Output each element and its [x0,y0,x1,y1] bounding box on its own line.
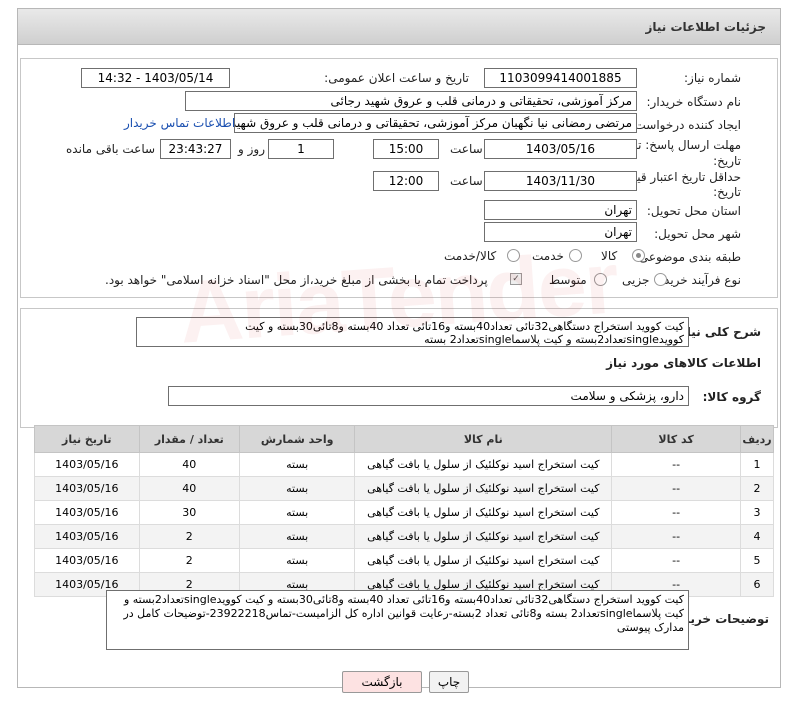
process-radio-medium[interactable] [594,273,607,286]
cell-code: -- [611,548,742,573]
validity-date-label: تاریخ: [713,185,741,199]
category-option-both: کالا/خدمت [444,249,497,263]
announce-date-field: 1403/05/14 - 14:32 [81,68,230,88]
validity-time-field: 12:00 [373,171,439,191]
cell-row: 1 [740,452,774,477]
description-text: کیت کووید استخراج دستگاهی32تائی تعداد40ب… [136,317,689,347]
cell-row: 4 [740,524,774,549]
cell-date: 1403/05/16 [34,548,140,573]
column-header-code: کد کالا [611,425,742,453]
buyer-contact-link[interactable]: اطلاعات تماس خریدار [124,116,235,130]
cell-quantity: 40 [138,476,241,501]
goods-section-title: اطلاعات کالاهای مورد نیاز [606,356,761,370]
deadline-date-field: 1403/05/16 [484,139,637,159]
table-row: 5 -- کیت استخراج اسید نوکلئیک از سلول یا ب… [34,548,774,573]
table-row: 4 -- کیت استخراج اسید نوکلئیک از سلول یا ب… [34,524,774,549]
validity-date-field: 1403/11/30 [484,171,637,191]
need-number-label: شماره نیاز: [684,71,741,85]
cell-date: 1403/05/16 [34,500,140,525]
table-row: 1 -- کیت استخراج اسید نوکلئیک از سلول یا ب… [34,452,774,477]
treasury-payment-note: پرداخت تمام یا بخشی از مبلغ خرید،از محل … [105,273,488,287]
print-button[interactable]: چاپ [429,671,469,693]
category-option-goods: کالا [601,249,618,263]
column-header-date: تاریخ نیاز [34,425,140,453]
cell-unit: بسته [239,452,356,477]
need-number-field: 1103099414001885 [484,68,637,88]
city-label: شهر محل تحویل: [654,227,741,241]
category-option-service: خدمت [532,249,564,263]
category-radio-both[interactable] [507,249,520,262]
cell-name: کیت استخراج اسید نوکلئیک از سلول یا بافت… [354,452,613,477]
city-field: تهران [484,222,637,242]
cell-name: کیت استخراج اسید نوکلئیک از سلول یا بافت… [354,524,613,549]
days-label: روز و [238,142,265,156]
column-header-quantity: تعداد / مقدار [138,425,241,453]
treasury-payment-checkbox[interactable]: ✓ [510,273,522,285]
process-option-medium: متوسط [549,273,587,287]
column-header-name: نام کالا [354,425,613,453]
validity-time-label: ساعت [450,174,483,188]
cell-code: -- [611,524,742,549]
cell-name: کیت استخراج اسید نوکلئیک از سلول یا بافت… [354,476,613,501]
table-header-row: ردیف کد کالا نام کالا واحد شمارش تعداد /… [34,425,774,453]
province-label: استان محل تحویل: [646,204,741,218]
cell-row: 5 [740,548,774,573]
creator-field: مرتضی رمضانی نیا نگهبان مرکز آموزشی، تحق… [234,113,637,133]
cell-unit: بسته [239,548,356,573]
cell-quantity: 30 [138,500,241,525]
category-radio-goods[interactable] [632,249,645,262]
process-type-label: نوع فرآیند خرید : [656,273,741,287]
cell-row: 2 [740,476,774,501]
remaining-time-field: 23:43:27 [160,139,231,159]
cell-row: 3 [740,500,774,525]
table-row: 3 -- کیت استخراج اسید نوکلئیک از سلول یا ب… [34,500,774,525]
table-row: 2 -- کیت استخراج اسید نوکلئیک از سلول یا ب… [34,476,774,501]
cell-quantity: 2 [138,548,241,573]
buyer-name-field: مرکز آموزشی، تحقیقاتی و درمانی قلب و عرو… [185,91,637,111]
cell-unit: بسته [239,476,356,501]
column-header-unit: واحد شمارش [239,425,356,453]
cell-code: -- [611,476,742,501]
panel-header: جزئیات اطلاعات نیاز [17,8,781,45]
days-remaining-field: 1 [268,139,334,159]
category-label: طبقه بندی موضوعی: [634,250,741,264]
province-field: تهران [484,200,637,220]
deadline-label: مهلت ارسال پاسخ: تا [634,138,741,152]
cell-row: 6 [740,572,774,597]
goods-table: ردیف کد کالا نام کالا واحد شمارش تعداد /… [34,425,774,597]
goods-group-label: گروه کالا: [702,390,761,404]
cell-unit: بسته [239,500,356,525]
process-radio-minor[interactable] [654,273,667,286]
buyer-notes-text: کیت کووید استخراج دستگاهی32تائی تعداد40ب… [106,590,689,650]
column-header-row: ردیف [740,425,774,453]
cell-name: کیت استخراج اسید نوکلئیک از سلول یا بافت… [354,548,613,573]
creator-label: ایجاد کننده درخواست: [630,118,741,132]
announce-date-label: تاریخ و ساعت اعلان عمومی: [324,71,469,85]
deadline-time-field: 15:00 [373,139,439,159]
deadline-time-label: ساعت [450,142,483,156]
cell-date: 1403/05/16 [34,452,140,477]
cell-unit: بسته [239,524,356,549]
cell-date: 1403/05/16 [34,524,140,549]
cell-quantity: 40 [138,452,241,477]
buyer-name-label: نام دستگاه خریدار: [646,95,742,109]
page-title: جزئیات اطلاعات نیاز [645,20,766,34]
cell-code: -- [611,500,742,525]
cell-quantity: 2 [138,524,241,549]
remaining-time-label: ساعت باقی مانده [66,142,156,156]
deadline-date-label: تاریخ: [713,154,741,168]
process-option-minor: جزیی [622,273,650,287]
cell-date: 1403/05/16 [34,476,140,501]
category-radio-service[interactable] [569,249,582,262]
goods-group-field: دارو، پزشکی و سلامت [168,386,689,406]
back-button[interactable]: بازگشت [342,671,422,693]
cell-name: کیت استخراج اسید نوکلئیک از سلول یا بافت… [354,500,613,525]
cell-code: -- [611,452,742,477]
